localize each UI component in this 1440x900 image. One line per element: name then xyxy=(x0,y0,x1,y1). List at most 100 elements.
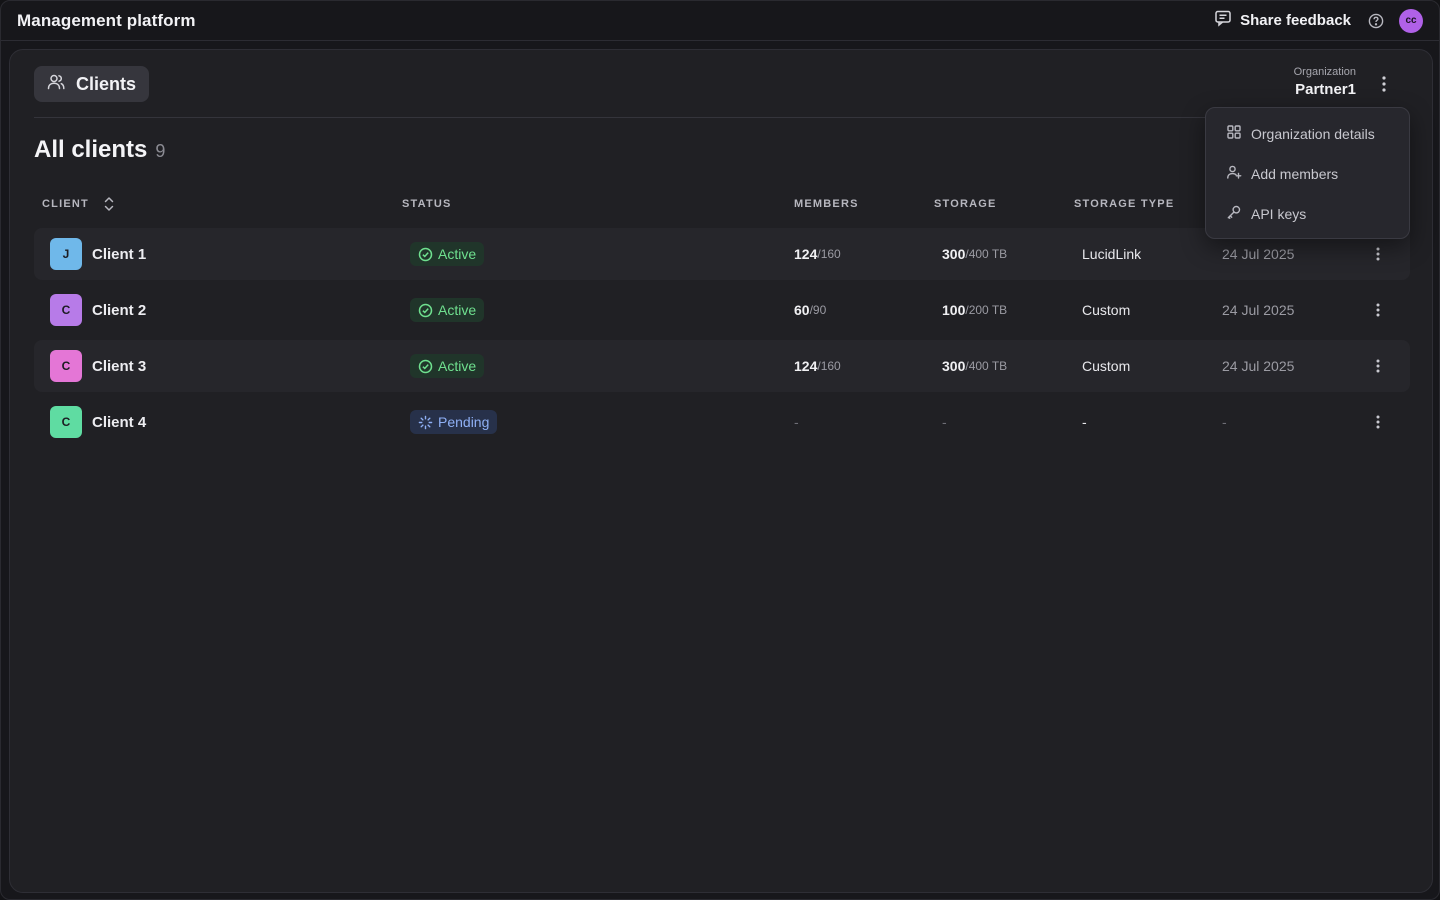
app-window: Management platform Share feedback cc Cl… xyxy=(0,0,1440,900)
loader-icon xyxy=(418,415,433,429)
storage-type-cell: Custom xyxy=(1082,358,1131,374)
storage-used: 300 xyxy=(942,246,966,262)
status-label: Active xyxy=(438,358,477,374)
panel-header: Clients Organization Partner1 xyxy=(34,66,1408,118)
storage-type-cell: LucidLink xyxy=(1082,246,1142,262)
members-total: /90 xyxy=(809,303,827,317)
client-initial: C xyxy=(50,406,82,438)
user-avatar[interactable]: cc xyxy=(1399,8,1423,33)
members-cell: 124/160 xyxy=(794,228,841,280)
menu-item-label: API keys xyxy=(1251,206,1307,222)
status-label: Active xyxy=(438,246,477,262)
client-cell: C Client 4 xyxy=(50,396,146,448)
status-badge: Active xyxy=(410,242,485,266)
more-vertical-icon xyxy=(1376,415,1380,429)
status-cell: Pending xyxy=(410,396,498,448)
organization-dropdown-menu: Organization details Add members API key… xyxy=(1205,107,1410,239)
share-feedback-button[interactable]: Share feedback xyxy=(1214,9,1351,32)
status-cell: Active xyxy=(410,228,485,280)
members-used: 60 xyxy=(794,302,810,318)
more-vertical-icon xyxy=(1376,303,1380,317)
client-cell: J Client 1 xyxy=(50,228,146,280)
members-used: 124 xyxy=(794,246,818,262)
column-status: STATUS xyxy=(402,198,452,210)
table-row[interactable]: C Client 2 Active 60/90 100/200 TB Custo… xyxy=(34,284,1410,336)
storage-cell: 300/400 TB xyxy=(942,228,1007,280)
client-name[interactable]: Client 4 xyxy=(92,414,146,431)
status-badge: Pending xyxy=(410,410,498,434)
client-initial: C xyxy=(50,294,82,326)
client-name[interactable]: Client 2 xyxy=(92,302,146,319)
status-label: Pending xyxy=(438,414,490,430)
column-members: MEMBERS xyxy=(794,198,859,210)
storage-type-cell: - xyxy=(1082,414,1087,430)
column-storage-type: STORAGE TYPE xyxy=(1074,198,1175,210)
storage-cell: 100/200 TB xyxy=(942,284,1007,336)
client-initial: J xyxy=(50,238,82,270)
share-feedback-label: Share feedback xyxy=(1240,12,1351,29)
members-cell: 60/90 xyxy=(794,284,826,336)
app-title: Management platform xyxy=(17,10,196,30)
table-header: CLIENT STATUS MEMBERS STORAGE STORAGE TY… xyxy=(34,192,1410,220)
message-icon xyxy=(1214,9,1232,32)
sort-icon[interactable] xyxy=(102,196,116,217)
client-name[interactable]: Client 1 xyxy=(92,246,146,263)
tab-clients[interactable]: Clients xyxy=(34,66,149,102)
menu-item-organization-details[interactable]: Organization details xyxy=(1206,114,1409,154)
row-menu-button[interactable] xyxy=(1368,396,1388,448)
row-menu-button[interactable] xyxy=(1368,284,1388,336)
client-name[interactable]: Client 3 xyxy=(92,358,146,375)
clients-count: 9 xyxy=(155,141,166,161)
members-cell: 124/160 xyxy=(794,340,841,392)
table-row[interactable]: J Client 1 Active 124/160 300/400 TB Luc… xyxy=(34,228,1410,280)
storage-used: 300 xyxy=(942,358,966,374)
storage-cell: - xyxy=(942,414,947,430)
help-icon[interactable] xyxy=(1367,12,1385,30)
organization-name: Partner1 xyxy=(1295,81,1356,98)
client-initial: C xyxy=(50,350,82,382)
storage-total: /200 TB xyxy=(965,303,1008,317)
column-client[interactable]: CLIENT xyxy=(42,198,89,210)
user-plus-icon xyxy=(1226,164,1242,185)
clients-table: J Client 1 Active 124/160 300/400 TB Luc… xyxy=(34,228,1410,452)
check-circle-icon xyxy=(418,359,433,373)
storage-used: 100 xyxy=(942,302,966,318)
members-total: /160 xyxy=(817,359,841,373)
storage-cell: 300/400 TB xyxy=(942,340,1007,392)
date-cell: - xyxy=(1222,414,1227,430)
members-total: /160 xyxy=(817,247,841,261)
menu-item-api-keys[interactable]: API keys xyxy=(1206,194,1409,234)
status-cell: Active xyxy=(410,340,485,392)
status-label: Active xyxy=(438,302,477,318)
tab-clients-label: Clients xyxy=(76,73,137,94)
column-storage: STORAGE xyxy=(934,198,997,210)
storage-total: /400 TB xyxy=(965,359,1008,373)
client-cell: C Client 2 xyxy=(50,284,146,336)
status-badge: Active xyxy=(410,298,485,322)
key-icon xyxy=(1226,204,1242,225)
row-menu-button[interactable] xyxy=(1368,340,1388,392)
table-row[interactable]: C Client 3 Active 124/160 300/400 TB Cus… xyxy=(34,340,1410,392)
menu-item-add-members[interactable]: Add members xyxy=(1206,154,1409,194)
table-row[interactable]: C Client 4 Pending - - - - xyxy=(34,396,1410,448)
section-title: All clients 9 xyxy=(34,136,165,164)
members-used: 124 xyxy=(794,358,818,374)
status-badge: Active xyxy=(410,354,485,378)
menu-item-label: Add members xyxy=(1251,166,1339,182)
all-clients-title: All clients xyxy=(34,136,148,163)
date-cell: 24 Jul 2025 xyxy=(1222,302,1295,318)
menu-item-label: Organization details xyxy=(1251,126,1375,142)
more-vertical-icon xyxy=(1376,359,1380,373)
members-cell: - xyxy=(794,414,799,430)
check-circle-icon xyxy=(418,247,433,261)
top-bar-actions: Share feedback cc xyxy=(1214,8,1423,33)
organization-info: Organization Partner1 xyxy=(1294,66,1356,98)
status-cell: Active xyxy=(410,284,485,336)
more-vertical-icon xyxy=(1376,247,1380,261)
grid-icon xyxy=(1226,124,1242,145)
storage-type-cell: Custom xyxy=(1082,302,1131,318)
users-icon xyxy=(46,72,66,97)
organization-menu-button[interactable] xyxy=(1374,72,1394,96)
more-vertical-icon xyxy=(1382,76,1386,92)
check-circle-icon xyxy=(418,303,433,317)
